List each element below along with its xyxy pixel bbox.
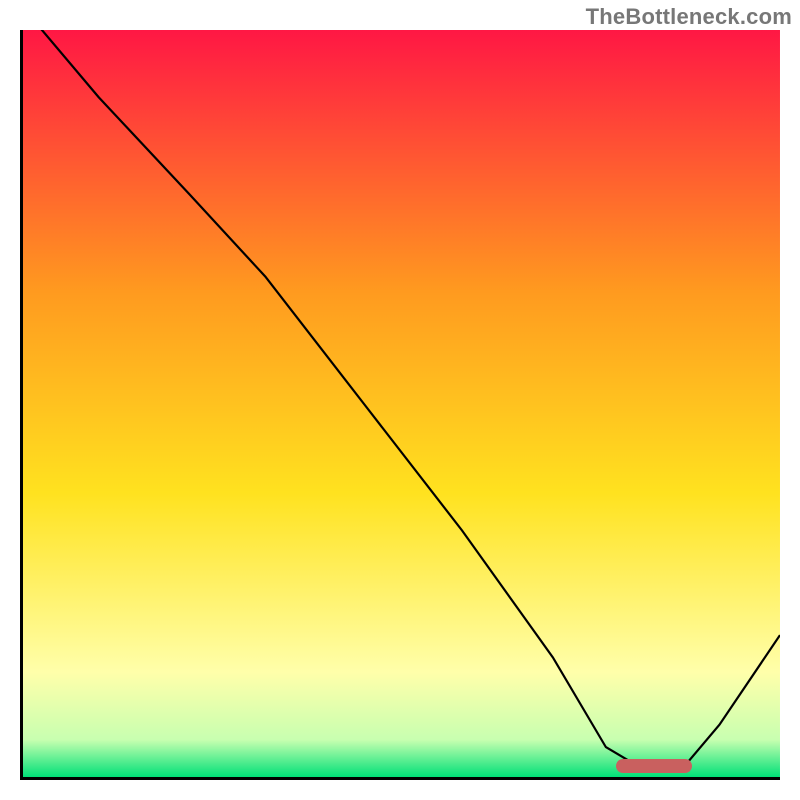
bottleneck-curve — [23, 30, 780, 777]
optimal-range-marker — [616, 759, 692, 773]
chart-container: TheBottleneck.com — [0, 0, 800, 800]
watermark-text: TheBottleneck.com — [586, 4, 792, 30]
plot-area — [20, 30, 780, 780]
